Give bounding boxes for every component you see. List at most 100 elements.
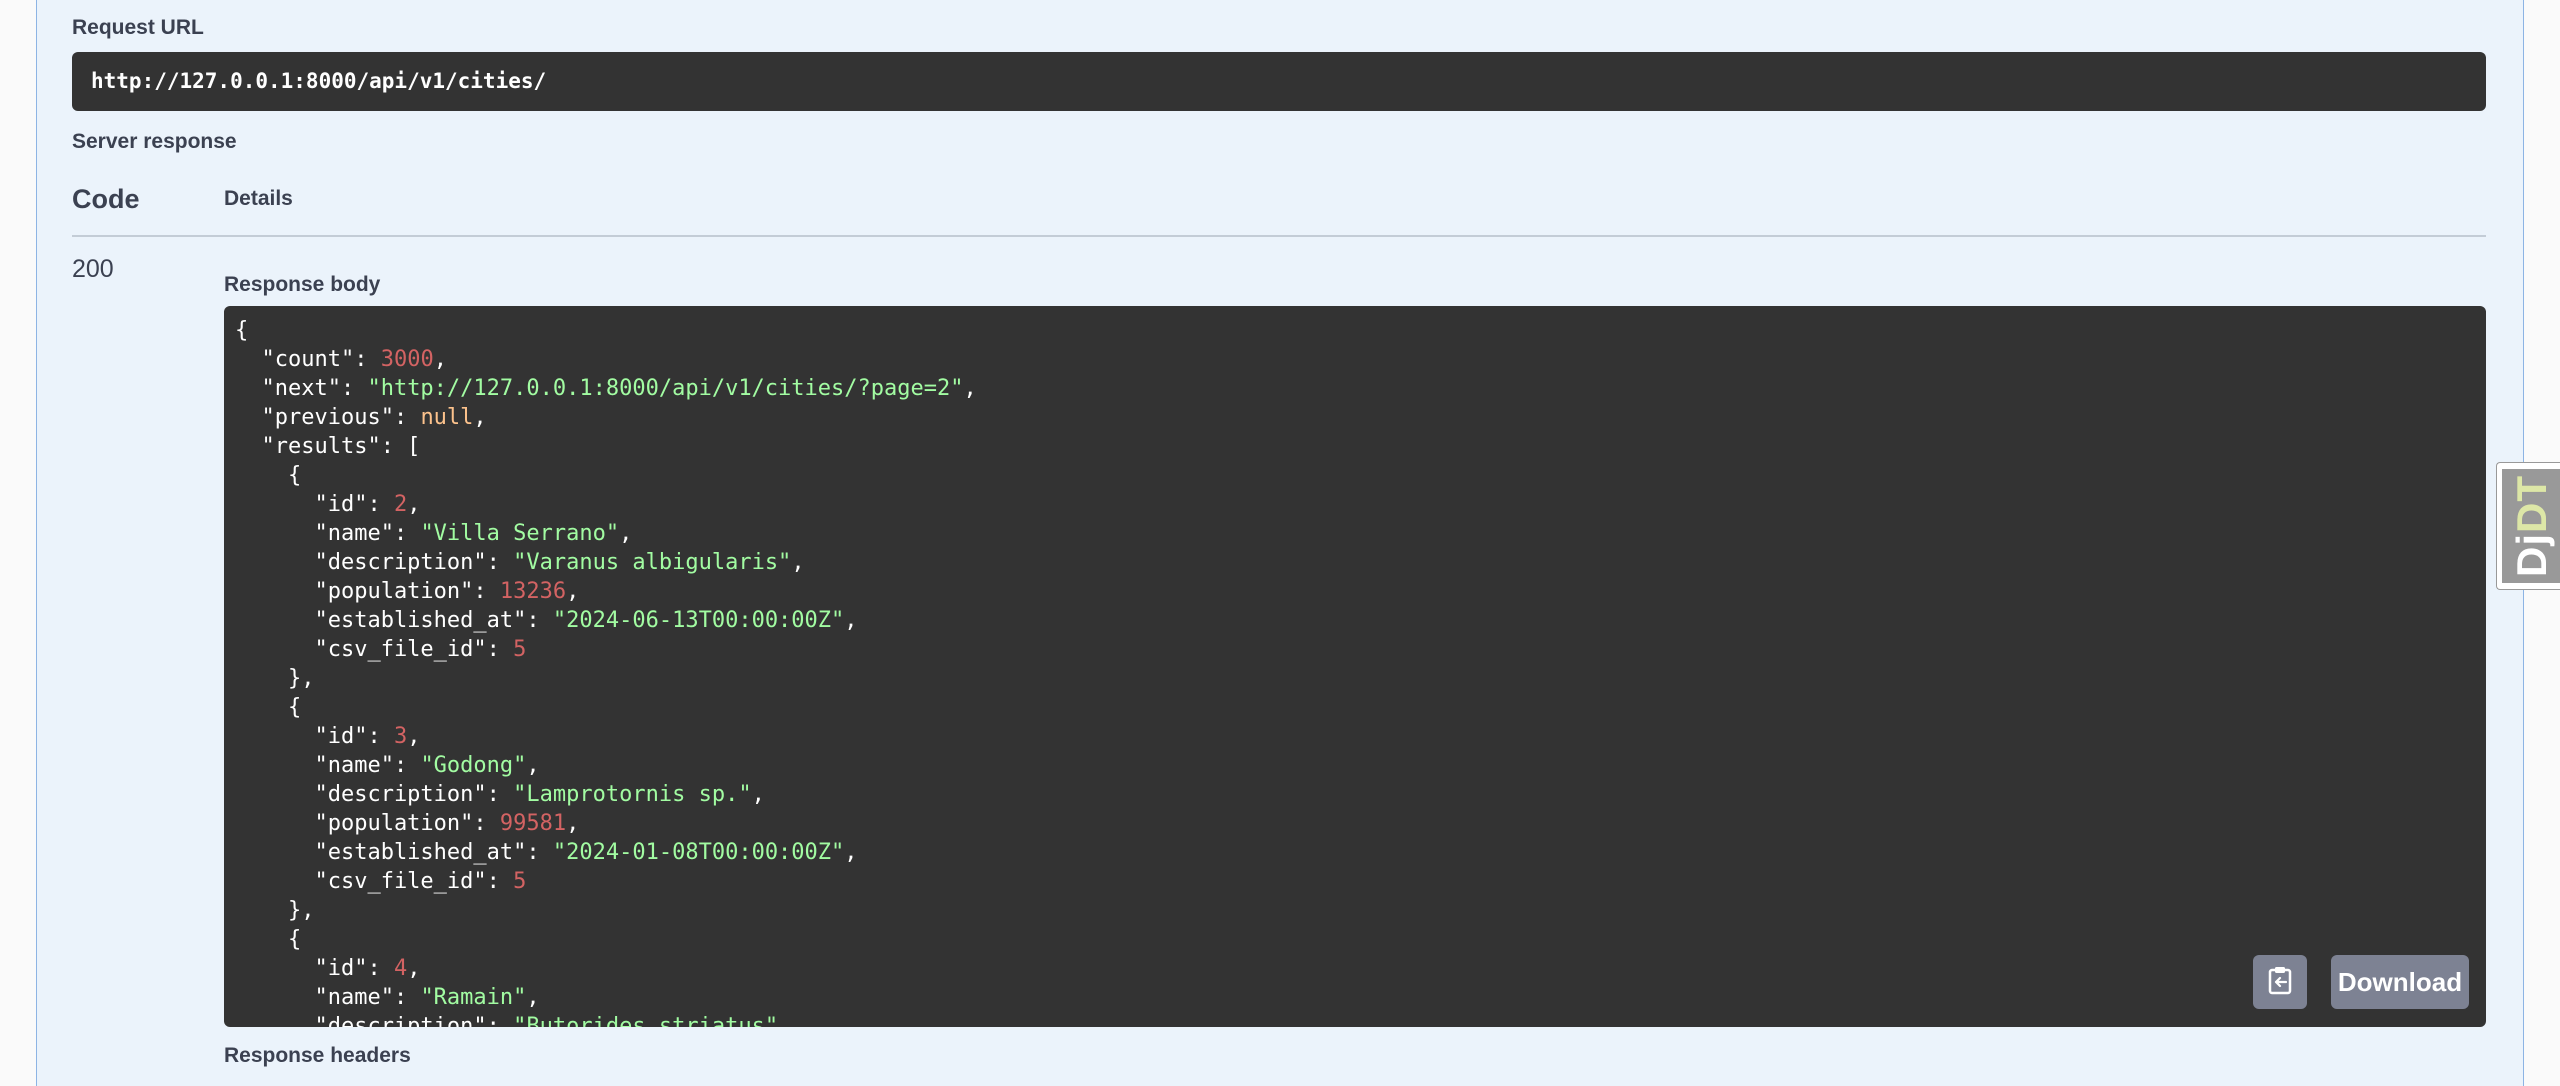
code-line: "description": "Varanus albigularis", <box>235 548 977 577</box>
code-column-header: Code <box>72 184 140 214</box>
response-body-code: { "count": 3000, "next": "http://127.0.0… <box>235 316 977 1027</box>
code-token: , <box>791 550 805 575</box>
request-url-label: Request URL <box>72 16 204 39</box>
code-token: "id": <box>235 724 394 749</box>
code-token: , <box>566 579 580 604</box>
djdt-logo: DjDT <box>2502 469 2560 583</box>
code-line: "name": "Villa Serrano", <box>235 519 977 548</box>
code-token: "name": <box>235 753 421 778</box>
code-line: "description": "Butorides striatus", <box>235 1012 977 1027</box>
code-token: 5 <box>513 869 527 894</box>
code-token: , <box>751 782 765 807</box>
response-body[interactable]: { "count": 3000, "next": "http://127.0.0… <box>224 306 2486 1027</box>
code-token: "Ramain" <box>420 985 527 1010</box>
code-line: }, <box>235 664 977 693</box>
code-token: "population": <box>235 579 500 604</box>
code-token: "2024-06-13T00:00:00Z" <box>552 608 845 633</box>
code-token: 2 <box>393 492 408 517</box>
code-token: 4 <box>393 956 408 981</box>
code-token: "2024-01-08T00:00:00Z" <box>552 840 845 865</box>
download-button[interactable]: Download <box>2331 955 2469 1009</box>
code-token: "description": <box>235 782 514 807</box>
response-status-code: 200 <box>72 255 114 283</box>
code-token: "previous": <box>235 405 421 430</box>
code-token: "Godong" <box>420 753 527 778</box>
code-token: "csv_file_id": <box>235 637 514 662</box>
code-line: { <box>235 461 977 490</box>
code-token: "name": <box>235 985 421 1010</box>
code-line: "results": [ <box>235 432 977 461</box>
code-token: "Butorides striatus" <box>513 1014 779 1027</box>
copy-to-clipboard-button[interactable] <box>2253 955 2307 1009</box>
request-url-value: http://127.0.0.1:8000/api/v1/cities/ <box>72 52 2486 111</box>
code-token: "id": <box>235 492 394 517</box>
code-token: "id": <box>235 956 394 981</box>
code-token: "Varanus albigularis" <box>513 550 792 575</box>
code-token: "count": <box>235 347 381 372</box>
code-token: "description": <box>235 1014 514 1027</box>
code-token: , <box>526 985 540 1010</box>
clipboard-copy-icon <box>2267 965 2293 1000</box>
code-token: "next": <box>235 376 368 401</box>
code-line: "population": 99581, <box>235 809 977 838</box>
table-divider <box>72 235 2486 237</box>
code-token: , <box>407 956 421 981</box>
code-line: "id": 3, <box>235 722 977 751</box>
code-token: "http://127.0.0.1:8000/api/v1/cities/?pa… <box>367 376 964 401</box>
code-token: , <box>473 405 487 430</box>
code-token: }, <box>235 898 315 923</box>
code-token: , <box>526 753 540 778</box>
code-token: { <box>235 318 249 343</box>
code-line: "next": "http://127.0.0.1:8000/api/v1/ci… <box>235 374 977 403</box>
code-line: "population": 13236, <box>235 577 977 606</box>
code-token: 5 <box>513 637 527 662</box>
code-token: "results": [ <box>235 434 421 459</box>
code-token: , <box>844 608 858 633</box>
code-token: , <box>566 811 580 836</box>
code-token: 13236 <box>499 579 567 604</box>
code-token: { <box>235 927 302 952</box>
code-token: "Villa Serrano" <box>420 521 620 546</box>
code-token: , <box>963 376 977 401</box>
code-line: "established_at": "2024-06-13T00:00:00Z"… <box>235 606 977 635</box>
code-line: { <box>235 316 977 345</box>
code-token: 99581 <box>499 811 567 836</box>
code-line: "name": "Ramain", <box>235 983 977 1012</box>
code-token: }, <box>235 666 315 691</box>
code-token: "population": <box>235 811 500 836</box>
server-response-label: Server response <box>72 130 237 153</box>
code-token: "established_at": <box>235 608 553 633</box>
code-token: null <box>420 405 474 430</box>
code-token: { <box>235 463 302 488</box>
code-token: , <box>844 840 858 865</box>
code-line: "id": 4, <box>235 954 977 983</box>
code-line: "count": 3000, <box>235 345 977 374</box>
code-token: 3 <box>393 724 408 749</box>
code-token: , <box>407 724 421 749</box>
code-line: "established_at": "2024-01-08T00:00:00Z"… <box>235 838 977 867</box>
code-line: }, <box>235 896 977 925</box>
code-line: "description": "Lamprotornis sp.", <box>235 780 977 809</box>
code-line: "id": 2, <box>235 490 977 519</box>
response-body-label: Response body <box>224 273 381 296</box>
code-line: { <box>235 925 977 954</box>
code-token: , <box>778 1014 792 1027</box>
django-debug-toolbar-handle[interactable]: DjDT <box>2496 462 2560 590</box>
code-token: "name": <box>235 521 421 546</box>
code-line: "csv_file_id": 5 <box>235 867 977 896</box>
code-token: , <box>433 347 447 372</box>
code-line: { <box>235 693 977 722</box>
code-token: , <box>619 521 633 546</box>
djdt-logo-dj: Dj <box>2508 533 2555 577</box>
code-token: 3000 <box>380 347 434 372</box>
code-line: "csv_file_id": 5 <box>235 635 977 664</box>
code-token: "description": <box>235 550 514 575</box>
code-token: "csv_file_id": <box>235 869 514 894</box>
code-token: , <box>407 492 421 517</box>
code-token: { <box>235 695 302 720</box>
djdt-logo-dt: DT <box>2508 475 2555 533</box>
response-headers-label: Response headers <box>224 1044 411 1067</box>
details-column-header: Details <box>224 187 293 210</box>
code-line: "previous": null, <box>235 403 977 432</box>
code-token: "established_at": <box>235 840 553 865</box>
